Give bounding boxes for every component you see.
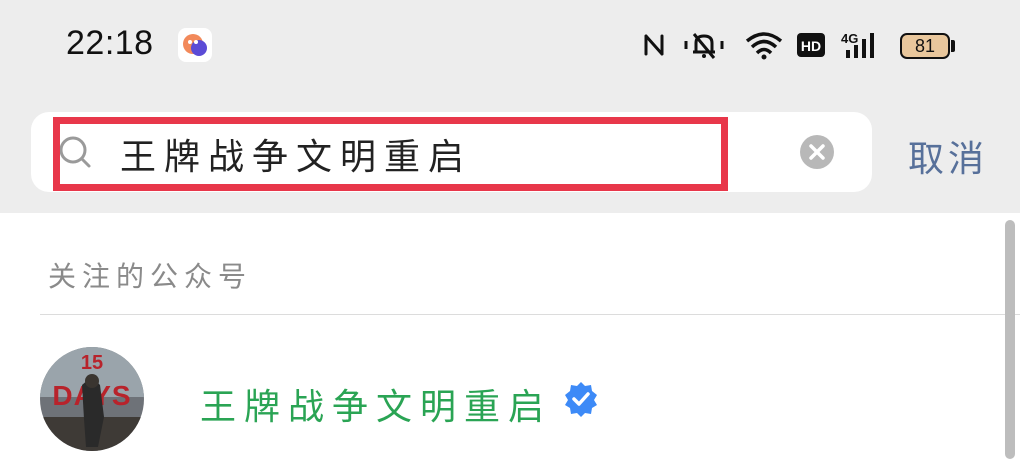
status-time: 22:18	[66, 24, 154, 62]
nfc-icon	[644, 34, 664, 56]
clear-search-button[interactable]	[800, 135, 834, 169]
svg-text:15: 15	[81, 352, 103, 374]
silent-vibrate-icon	[684, 33, 724, 59]
scrollbar[interactable]	[1005, 220, 1015, 459]
svg-text:HD: HD	[801, 38, 821, 54]
hd-icon: HD	[797, 33, 825, 57]
battery-level: 81	[914, 36, 936, 56]
account-name[interactable]: 王牌战争文明重启	[200, 378, 552, 430]
battery-cap	[951, 40, 955, 52]
svg-text:4G: 4G	[841, 31, 858, 46]
app-notification-icon	[178, 28, 212, 62]
4g-signal-icon: 4G	[841, 31, 874, 58]
avatar[interactable]: 15 DAYS	[40, 347, 144, 451]
close-icon	[809, 144, 825, 160]
status-bar: 22:18 HD 4G 81	[0, 0, 1020, 90]
wifi-icon	[745, 32, 783, 60]
search-highlight-box	[53, 117, 728, 191]
cancel-button[interactable]: 取消	[908, 130, 988, 182]
section-header-followed-accounts: 关注的公众号	[48, 260, 253, 293]
divider	[40, 314, 1020, 315]
verified-badge-icon	[565, 382, 597, 417]
